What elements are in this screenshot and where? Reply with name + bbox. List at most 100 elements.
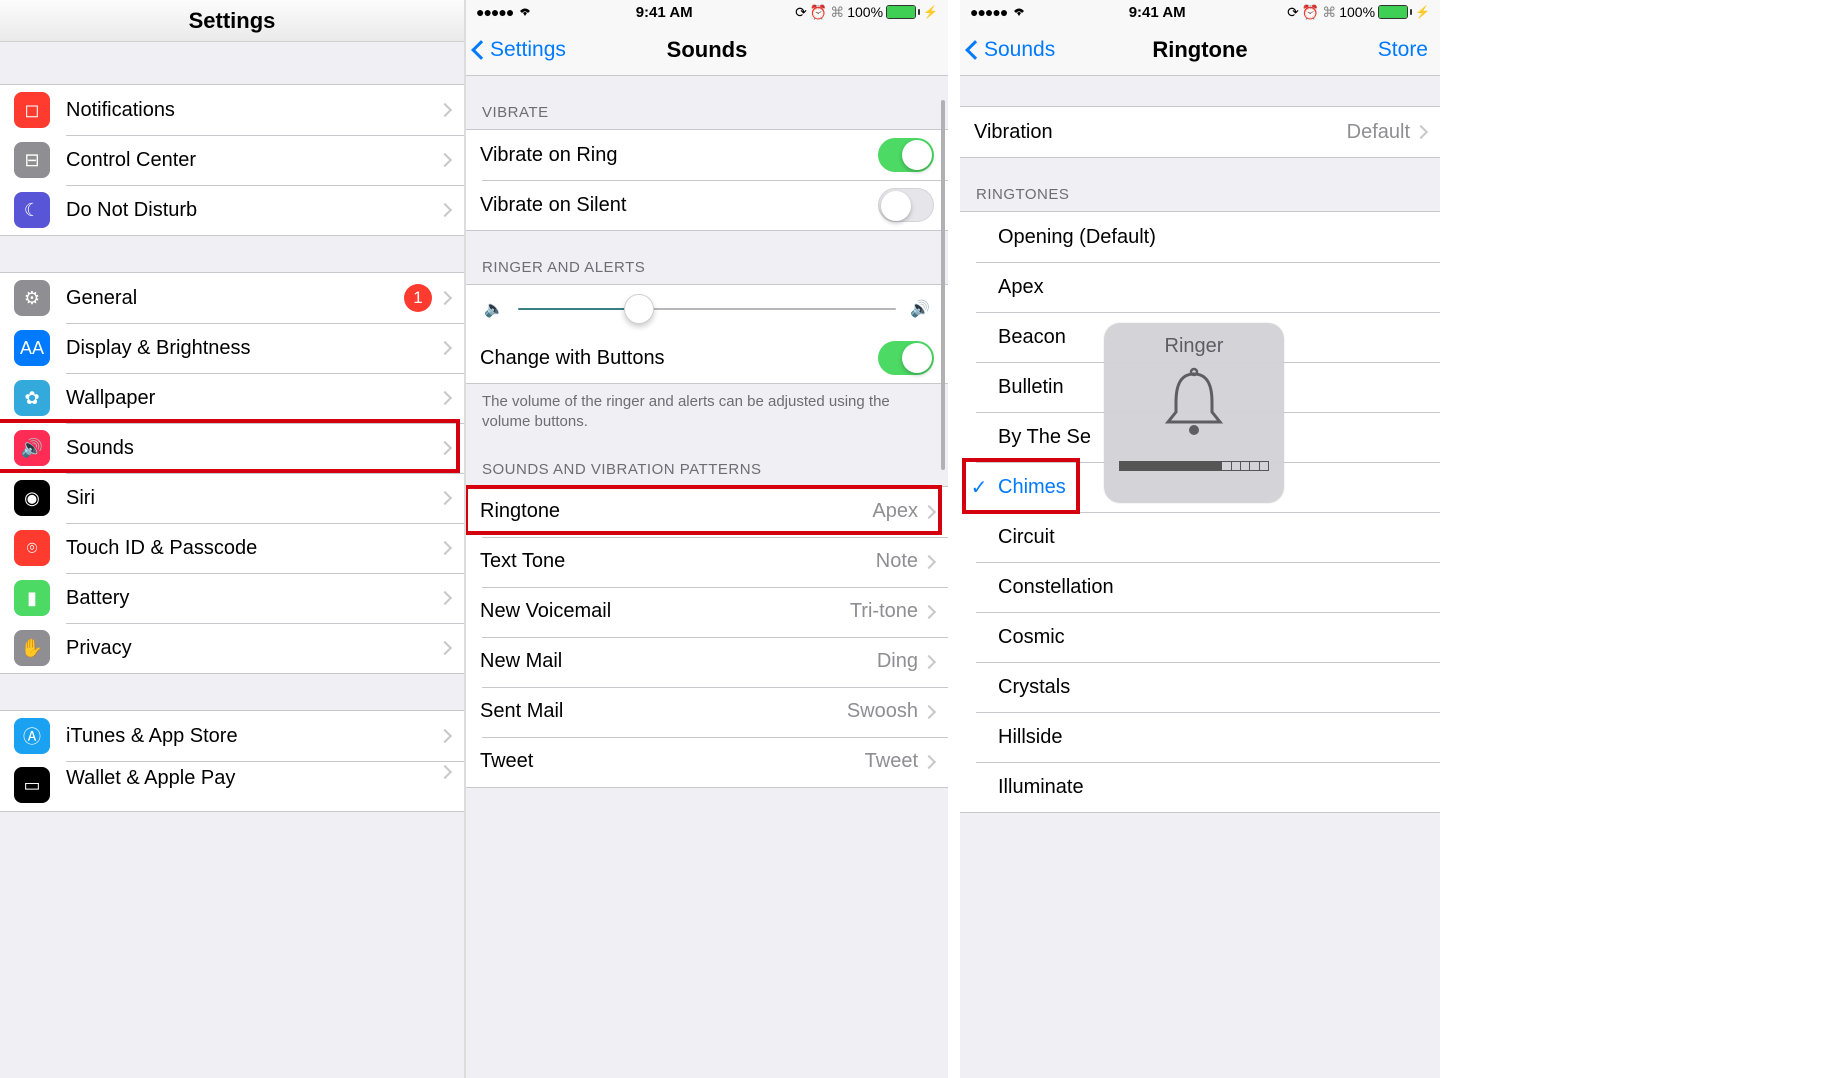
settings-row-wallet[interactable]: ▭Wallet & Apple Pay [0, 761, 464, 811]
page-title: Sounds [667, 37, 748, 63]
rotation-lock-icon: ⟳ [795, 4, 807, 21]
back-button[interactable]: Settings [474, 24, 566, 75]
settings-row-battery[interactable]: ▮Battery [0, 573, 464, 623]
chevron-right-icon [922, 704, 936, 718]
chevron-right-icon [438, 341, 452, 355]
row-tweet[interactable]: Tweet Tweet [466, 737, 948, 787]
chevron-right-icon [922, 554, 936, 568]
ringtone-row[interactable]: ✓Circuit [960, 512, 1440, 562]
ringer-volume-slider[interactable] [518, 308, 896, 310]
wallpaper-icon: ✿ [14, 380, 50, 416]
settings-row-privacy[interactable]: ✋ Privacy [0, 623, 464, 673]
ringtone-row[interactable]: ✓Hillside [960, 712, 1440, 762]
row-label: Wallet & Apple Pay [66, 767, 235, 790]
row-ringtone[interactable]: RingtoneApex [466, 487, 948, 537]
wifi-icon [1011, 4, 1027, 21]
chevron-right-icon [438, 641, 452, 655]
row-label: Circuit [998, 526, 1055, 549]
settings-row-sounds[interactable]: 🔊Sounds [0, 423, 464, 473]
settings-row-display[interactable]: AADisplay & Brightness [0, 323, 464, 373]
ringer-volume-slider-row: 🔈 🔊 [466, 285, 948, 333]
row-detail: Default [1347, 121, 1410, 144]
ringtone-row[interactable]: ✓Apex [960, 262, 1440, 312]
row-label: Apex [998, 276, 1044, 299]
chevron-right-icon [438, 541, 452, 555]
ringtone-row[interactable]: ✓Opening (Default) [960, 212, 1440, 262]
slider-thumb[interactable] [624, 294, 654, 324]
settings-row-siri[interactable]: ◉Siri [0, 473, 464, 523]
page-title: Settings [0, 0, 464, 42]
settings-row-dnd[interactable]: ☾Do Not Disturb [0, 185, 464, 235]
hud-title: Ringer [1165, 335, 1224, 358]
ringtone-row[interactable]: ✓Crystals [960, 662, 1440, 712]
chevron-right-icon [438, 153, 452, 167]
settings-row-control-center[interactable]: ⊟Control Center [0, 135, 464, 185]
scroll-indicator [941, 100, 945, 470]
row-label: Beacon [998, 326, 1066, 349]
section-header-vibrate: VIBRATE [466, 76, 948, 129]
row-label: Touch ID & Passcode [66, 537, 257, 560]
speaker-low-icon: 🔈 [484, 299, 504, 319]
row-label: Wallpaper [66, 387, 155, 410]
chevron-right-icon [922, 504, 936, 518]
signal-dots-icon: ●●●●● [970, 4, 1007, 20]
row-label: Chimes [998, 476, 1066, 499]
display-icon: AA [14, 330, 50, 366]
charging-icon: ⚡ [923, 5, 938, 19]
bluetooth-icon: ⌘ [1322, 4, 1336, 21]
ringtone-row[interactable]: ✓Illuminate [960, 762, 1440, 812]
store-button[interactable]: Store [1378, 24, 1428, 75]
row-label: New Mail [480, 650, 562, 673]
row-texttone[interactable]: Text ToneNote [466, 537, 948, 587]
row-label: Cosmic [998, 626, 1065, 649]
nav-bar: Sounds Ringtone Store [960, 24, 1440, 76]
settings-row-wallpaper[interactable]: ✿ Wallpaper [0, 373, 464, 423]
change-with-buttons-row[interactable]: Change with Buttons [466, 333, 948, 383]
row-sentmail[interactable]: Sent MailSwoosh [466, 687, 948, 737]
row-vib-ring[interactable]: Vibrate on Ring [466, 130, 948, 180]
toggle-vib-silent[interactable] [878, 188, 934, 222]
notifications-icon: ◻ [14, 92, 50, 128]
row-detail: Swoosh [847, 700, 918, 723]
settings-row-touchid[interactable]: ⌾Touch ID & Passcode [0, 523, 464, 573]
sounds-icon: 🔊 [14, 430, 50, 466]
chevron-right-icon [438, 441, 452, 455]
sounds-screen: ●●●●● 9:41 AM ⟳ ⏰ ⌘ 100% ⚡ Settings Soun… [466, 0, 948, 1078]
chevron-left-icon [471, 40, 491, 60]
row-vib-silent[interactable]: Vibrate on Silent [466, 180, 948, 230]
volume-bar [1119, 461, 1269, 471]
back-button[interactable]: Sounds [968, 24, 1055, 75]
status-time: 9:41 AM [636, 4, 693, 21]
badge: 1 [404, 284, 432, 312]
battery-pct: 100% [1339, 4, 1375, 20]
gear-icon: ⚙ [14, 280, 50, 316]
hand-icon: ✋ [14, 630, 50, 666]
vibration-row[interactable]: Vibration Default [960, 107, 1440, 157]
change-with-buttons-toggle[interactable] [878, 341, 934, 375]
settings-screen: Settings ◻ Notifications ⊟Control Center☾D… [0, 0, 466, 1078]
control-center-icon: ⊟ [14, 142, 50, 178]
row-voicemail[interactable]: New VoicemailTri-tone [466, 587, 948, 637]
settings-row-itunes[interactable]: ⒶiTunes & App Store [0, 711, 464, 761]
chevron-right-icon [438, 291, 452, 305]
row-label: Notifications [66, 99, 175, 122]
ringtone-row[interactable]: ✓Cosmic [960, 612, 1440, 662]
row-label: Tweet [480, 750, 533, 773]
chevron-right-icon [438, 103, 452, 117]
settings-row-general[interactable]: ⚙General1 [0, 273, 464, 323]
row-detail: Apex [872, 500, 918, 523]
row-label: Opening (Default) [998, 226, 1156, 249]
row-label: Hillside [998, 726, 1062, 749]
status-time: 9:41 AM [1129, 4, 1186, 21]
charging-icon: ⚡ [1415, 5, 1430, 19]
section-header-patterns: SOUNDS AND VIBRATION PATTERNS [466, 447, 948, 486]
settings-row-notifications[interactable]: ◻ Notifications [0, 85, 464, 135]
row-detail: Tweet [865, 750, 918, 773]
ringtone-row[interactable]: ✓Constellation [960, 562, 1440, 612]
row-newmail[interactable]: New MailDing [466, 637, 948, 687]
toggle-vib-ring[interactable] [878, 138, 934, 172]
chevron-right-icon [438, 391, 452, 405]
row-label: Privacy [66, 637, 132, 660]
bell-icon [1154, 364, 1234, 449]
chevron-left-icon [965, 40, 985, 60]
